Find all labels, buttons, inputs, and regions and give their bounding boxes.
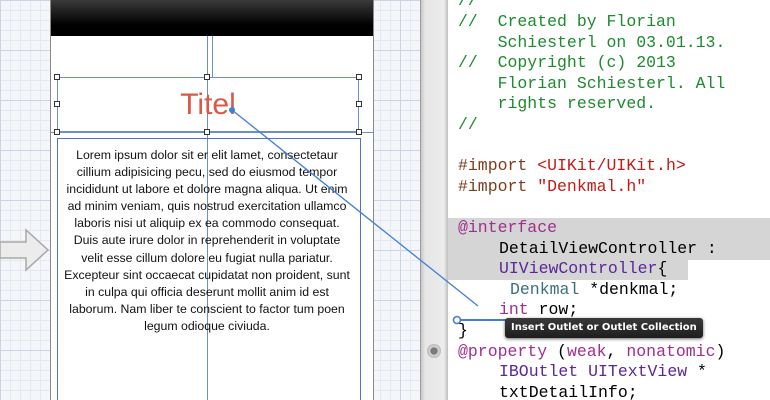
superclass-name: UIViewController	[499, 259, 658, 278]
resize-handle[interactable]	[204, 74, 210, 80]
import-path: <UIKit/UIKit.h>	[537, 156, 686, 175]
horizontal-guide-line	[51, 132, 373, 133]
title-label[interactable]: Titel	[57, 77, 359, 132]
ivar-type: int	[499, 300, 529, 319]
property-attribute: weak	[566, 342, 607, 361]
outlet-connection-marker-icon[interactable]	[427, 344, 441, 358]
storyboard-canvas[interactable]: Titel Lorem ipsum dolor sit er elit lame…	[0, 0, 420, 400]
resize-handle[interactable]	[54, 101, 60, 107]
interface-keyword: @interface	[458, 218, 558, 237]
ivar-name: *denkmal;	[579, 280, 679, 299]
detail-text-view[interactable]: Lorem ipsum dolor sit er elit lamet, con…	[64, 147, 350, 335]
class-name: DetailViewController :	[499, 239, 717, 258]
status-bar	[51, 0, 373, 36]
code-line: IBOutlet UITextView *	[448, 362, 770, 383]
resize-handle[interactable]	[54, 129, 60, 135]
resize-handle[interactable]	[54, 74, 60, 80]
code-line-highlighted: @interface	[448, 218, 770, 239]
import-directive: #import	[458, 156, 538, 175]
property-punct: )	[715, 342, 726, 361]
resize-handle[interactable]	[356, 129, 362, 135]
brace: {	[657, 259, 668, 278]
editor-gutter	[420, 0, 448, 400]
code-editor[interactable]: // // Created by Florian Schiesterl on 0…	[448, 0, 770, 400]
code-line: rights reserved.	[458, 94, 657, 113]
insert-outlet-tooltip: Insert Outlet or Outlet Collection	[505, 318, 703, 338]
code-line-highlighted: DetailViewController :	[448, 239, 770, 260]
property-punct: (	[547, 342, 567, 361]
resize-handle[interactable]	[204, 129, 210, 135]
code-line: // Created by Florian	[458, 12, 676, 31]
segue-arrow-icon[interactable]	[0, 228, 52, 272]
code-line: #import "Denkmal.h"	[448, 177, 770, 198]
iboutlet-keyword: IBOutlet	[499, 362, 579, 381]
property-pointer: *	[687, 362, 707, 381]
code-line: //	[458, 115, 478, 134]
property-keyword: @property	[458, 342, 548, 361]
code-line-highlighted: UIViewController{	[448, 259, 688, 280]
code-line: // Copyright (c) 2013	[458, 53, 676, 72]
code-line: Florian Schiesterl. All	[458, 74, 726, 93]
import-path: "Denkmal.h"	[537, 177, 647, 196]
property-punct: ,	[606, 342, 627, 361]
ivar-name: row;	[528, 300, 579, 319]
property-attribute: nonatomic	[626, 342, 716, 361]
constraint-line	[212, 36, 213, 77]
property-type: UITextView	[578, 362, 688, 381]
resize-handle[interactable]	[356, 101, 362, 107]
code-line: @property (weak, nonatomic)	[448, 342, 770, 363]
code-line: txtDetailInfo;	[499, 383, 638, 400]
code-line: #import <UIKit/UIKit.h>	[448, 156, 770, 177]
import-directive: #import	[458, 177, 538, 196]
ivar-type: Denkmal	[510, 280, 580, 299]
code-line: Schiesterl on 03.01.13.	[458, 33, 726, 52]
resize-handle[interactable]	[356, 74, 362, 80]
code-line: //	[458, 0, 478, 10]
code-line: Denkmal *denkmal;	[448, 280, 770, 301]
